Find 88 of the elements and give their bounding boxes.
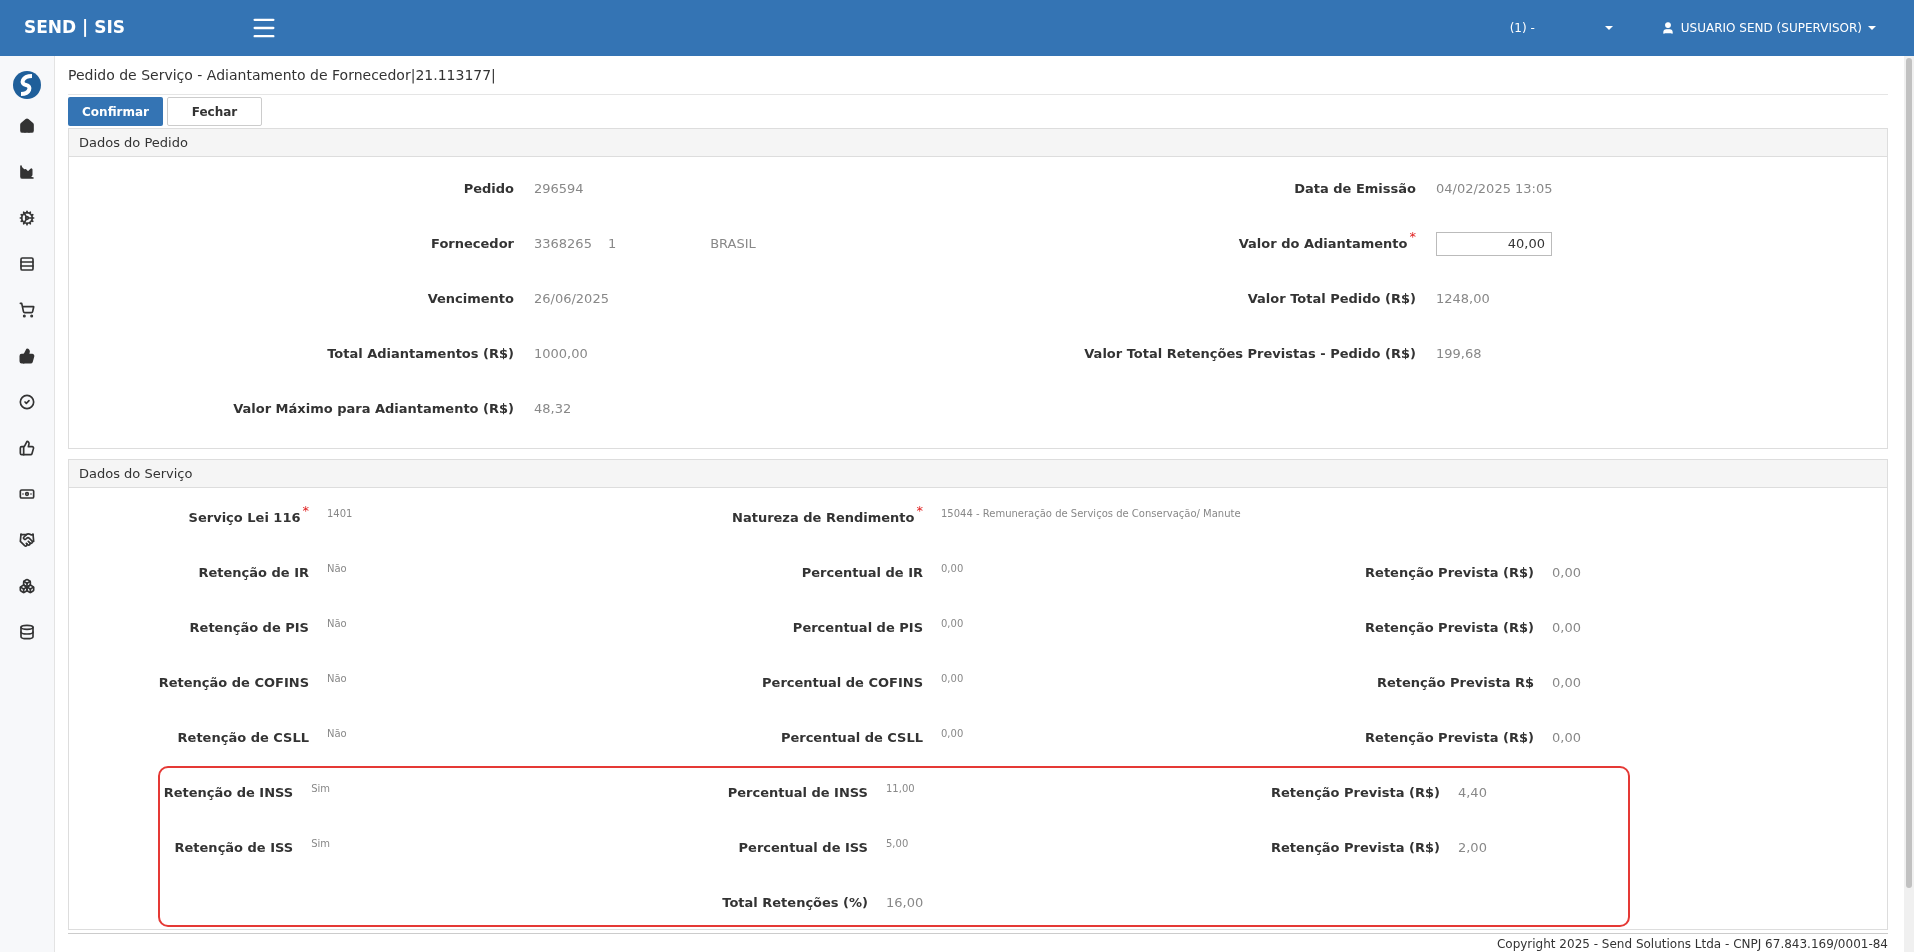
- field-value: 15044 - Remuneração de Serviços de Conservação/ Manute: [941, 507, 1241, 521]
- field-label: Retenção Prevista (R$): [1271, 783, 1440, 802]
- field-label: Serviço Lei 116: [188, 508, 301, 527]
- field-label: Valor Máximo para Adiantamento (R$): [233, 399, 514, 418]
- cart-icon[interactable]: [19, 302, 35, 318]
- field-label: Fornecedor: [431, 234, 514, 253]
- thumbs-up-icon[interactable]: [19, 348, 35, 364]
- field-value: 0,00: [941, 562, 964, 576]
- company-selector[interactable]: (1) -: [1509, 19, 1613, 37]
- field-label: Valor Total Pedido (R$): [1247, 289, 1416, 308]
- field-label: Retenção Prevista (R$): [1365, 618, 1534, 637]
- field-label: Total Retenções (%): [722, 893, 869, 912]
- field-value: 0,00: [1552, 728, 1581, 747]
- field-value: 5,00: [886, 837, 909, 851]
- field-value: 0,00: [1552, 673, 1581, 692]
- field-value: Sim: [311, 782, 331, 796]
- field-label: Valor do Adiantamento: [1238, 234, 1408, 253]
- field-value: 0,00: [1552, 563, 1581, 582]
- field-value: 199,68: [1436, 344, 1482, 363]
- field-value: Sim: [311, 837, 331, 851]
- close-button[interactable]: Fechar: [167, 97, 262, 126]
- field-value: 0,00: [941, 672, 964, 686]
- field-value: 0,00: [941, 617, 964, 631]
- field-label: Percentual de CSLL: [780, 728, 923, 747]
- panel-title: Dados do Pedido: [79, 133, 188, 152]
- gears-icon[interactable]: [19, 210, 35, 226]
- user-icon: [1660, 21, 1675, 35]
- field-value: 1401: [327, 507, 353, 521]
- field-value: 296594: [534, 179, 584, 198]
- list-icon[interactable]: [19, 256, 35, 272]
- field-value: 16,00: [886, 893, 924, 912]
- field-label: Valor Total Retenções Previstas - Pedido (R$): [1084, 344, 1416, 363]
- field-label: Natureza de Rendimento: [732, 508, 915, 527]
- required-mark: *: [302, 503, 309, 517]
- required-mark: *: [1409, 229, 1416, 243]
- boxes-icon[interactable]: [19, 578, 35, 594]
- field-label: Retenção de CSLL: [177, 728, 309, 747]
- field-label: Retenção Prevista (R$): [1271, 838, 1440, 857]
- area-chart-icon[interactable]: [19, 164, 35, 180]
- field-label: Retenção Prevista (R$): [1365, 728, 1534, 747]
- field-value: 11,00: [886, 782, 915, 796]
- field-label: Total Adiantamentos (R$): [327, 344, 514, 363]
- field-label: Retenção de PIS: [189, 618, 309, 637]
- field-value: 4,40: [1457, 783, 1487, 802]
- required-mark: *: [916, 503, 923, 517]
- field-label: Percentual de ISS: [738, 838, 868, 857]
- field-label: Retenção de ISS: [174, 838, 294, 857]
- banknote-icon[interactable]: [19, 486, 35, 502]
- home-icon[interactable]: [19, 118, 35, 134]
- field-label: Retenção Prevista R$: [1376, 673, 1534, 692]
- field-label: Data de Emissão: [1294, 179, 1416, 198]
- field-value: 1: [607, 234, 617, 253]
- field-label: Vencimento: [427, 289, 514, 308]
- field-value: 0,00: [941, 727, 964, 741]
- field-value: 2,00: [1457, 838, 1487, 857]
- brand-logo: SEND | SIS: [24, 16, 127, 40]
- handshake-icon[interactable]: [19, 532, 35, 548]
- field-label: Retenção de COFINS: [158, 673, 309, 692]
- field-value: 3368265: [534, 234, 592, 253]
- user-menu[interactable]: USUARIO SEND (SUPERVISOR): [1660, 19, 1876, 37]
- field-value: 48,32: [534, 399, 572, 418]
- field-label: Percentual de PIS: [792, 618, 923, 637]
- field-value: 1248,00: [1436, 289, 1490, 308]
- database-icon[interactable]: [19, 624, 35, 640]
- field-label: Percentual de INSS: [727, 783, 868, 802]
- field-label: Retenção Prevista (R$): [1365, 563, 1534, 582]
- thumbs-up-outline-icon[interactable]: [19, 440, 35, 456]
- panel-title: Dados do Serviço: [79, 464, 193, 483]
- field-label: Percentual de IR: [801, 563, 923, 582]
- field-label: Retenção de INSS: [163, 783, 294, 802]
- copyright-text: Copyright 2025 - Send Solutions Ltda - CNPJ 67.843.169/0001-84: [1496, 935, 1888, 952]
- field-value: BRASIL: [710, 234, 756, 253]
- field-value: 04/02/2025 13:05: [1436, 179, 1553, 198]
- page-title: Pedido de Serviço - Adiantamento de Fornecedor|21.113177|: [68, 65, 496, 86]
- field-value: Não: [327, 617, 347, 631]
- field-value: 26/06/2025: [534, 289, 609, 308]
- app-logo: [12, 70, 42, 100]
- field-value: 1000,00: [534, 344, 588, 363]
- confirm-button[interactable]: Confirmar: [68, 97, 163, 126]
- field-value: Não: [327, 672, 347, 686]
- field-value: 0,00: [1552, 618, 1581, 637]
- field-label: Pedido: [463, 179, 514, 198]
- field-label: Retenção de IR: [198, 563, 309, 582]
- check-circle-icon[interactable]: [19, 394, 35, 410]
- amount-input[interactable]: 40,00: [1436, 231, 1552, 256]
- field-value: Não: [327, 562, 347, 576]
- field-label: Percentual de COFINS: [762, 673, 923, 692]
- field-value: Não: [327, 727, 347, 741]
